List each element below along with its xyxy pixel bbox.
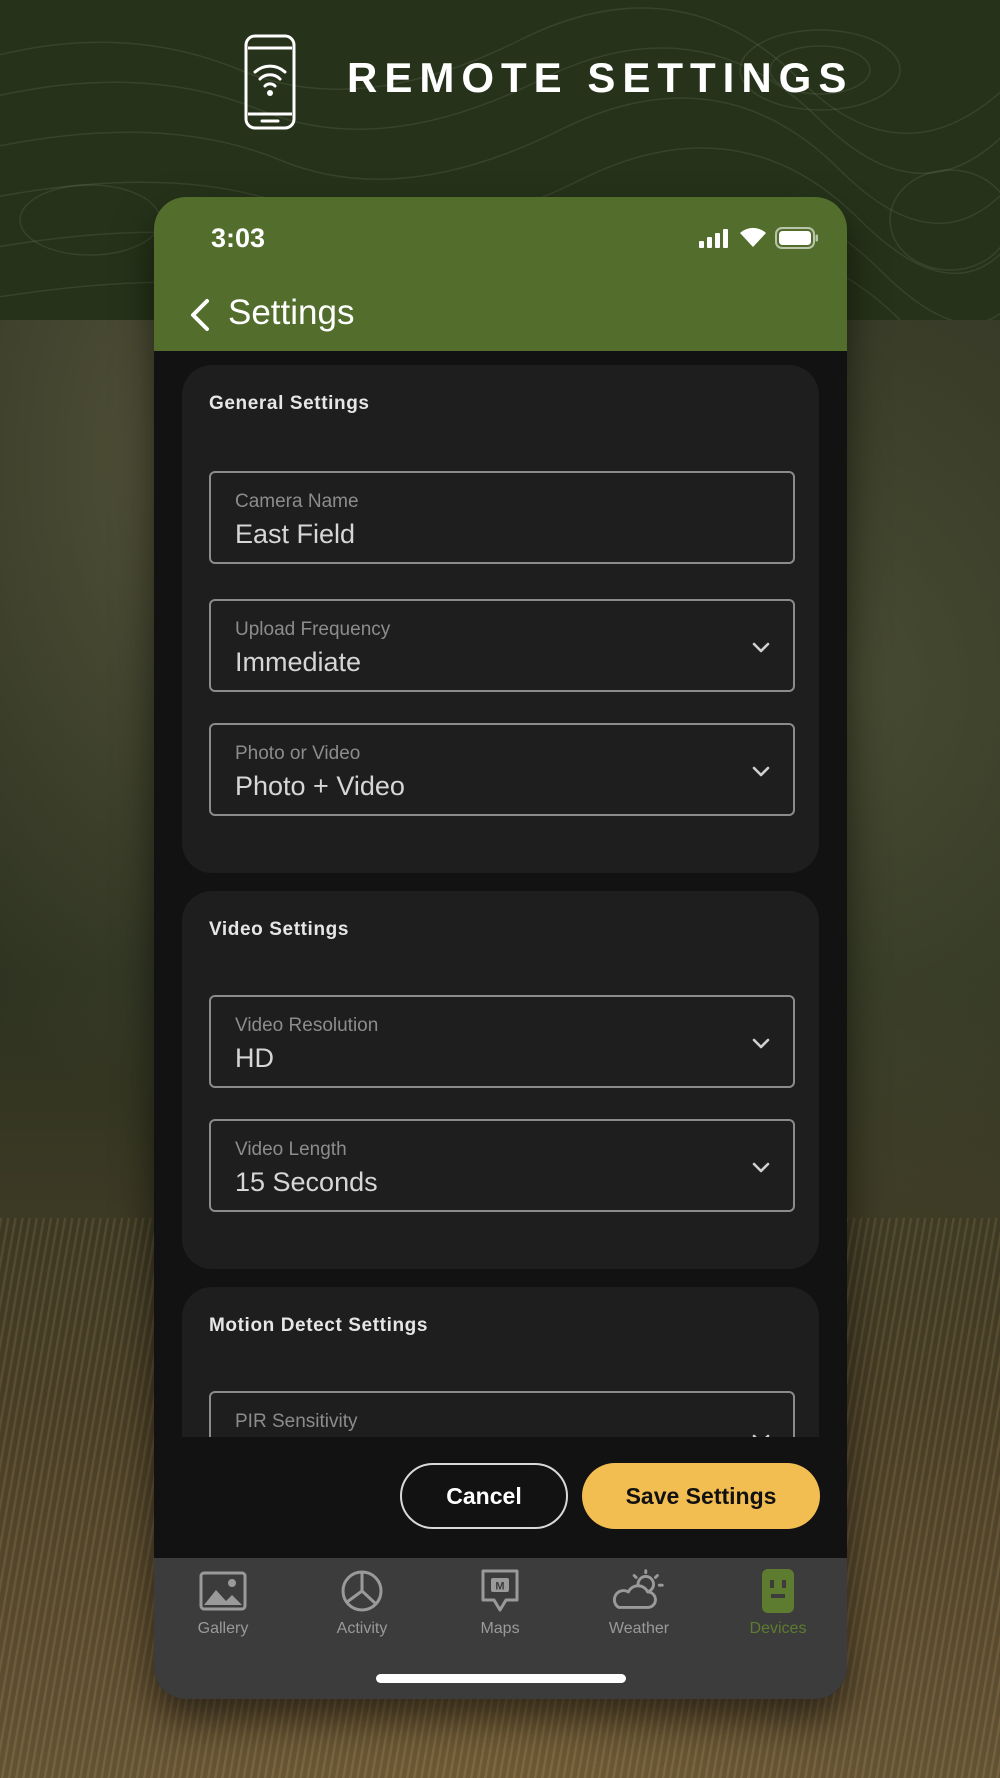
video-length-label: Video Length: [235, 1139, 347, 1160]
general-settings-title: General Settings: [209, 393, 370, 414]
phone-frame: 3:03 Settings General Settings Camera Na…: [154, 197, 847, 1699]
chevron-down-icon: [752, 642, 770, 653]
upload-frequency-value: Immediate: [235, 647, 362, 677]
app-bar: 3:03 Settings: [154, 197, 847, 351]
svg-text:M: M: [495, 1581, 504, 1593]
cancel-button[interactable]: Cancel: [400, 1463, 568, 1529]
video-length-value: 15 Seconds: [235, 1167, 378, 1197]
tab-activity[interactable]: Activity: [293, 1568, 431, 1658]
tab-gallery-label: Gallery: [197, 1620, 249, 1637]
upload-frequency-label: Upload Frequency: [235, 619, 391, 640]
tab-devices-label: Devices: [749, 1620, 807, 1637]
pie-chart-icon: [341, 1570, 383, 1612]
tab-weather[interactable]: Weather: [570, 1568, 708, 1658]
status-time: 3:03: [211, 223, 266, 253]
trail-camera-icon: [762, 1569, 794, 1613]
motion-detect-settings-title: Motion Detect Settings: [209, 1315, 429, 1336]
general-settings-card: General Settings Camera Name East Field …: [182, 365, 819, 873]
map-pin-icon: M: [481, 1569, 519, 1612]
upload-frequency-select[interactable]: Upload Frequency Immediate: [209, 599, 795, 692]
save-settings-button[interactable]: Save Settings: [582, 1463, 820, 1529]
chevron-down-icon: [752, 1162, 770, 1173]
tab-devices[interactable]: Devices: [709, 1568, 847, 1658]
video-length-select[interactable]: Video Length 15 Seconds: [209, 1119, 795, 1212]
back-button[interactable]: [182, 295, 222, 335]
bottom-tab-bar: Gallery Activity M Maps Weather Devices: [154, 1558, 847, 1699]
photo-or-video-select[interactable]: Photo or Video Photo + Video: [209, 723, 795, 816]
camera-name-field[interactable]: Camera Name East Field: [209, 471, 795, 564]
wifi-icon: [740, 227, 766, 247]
banner-title: REMOTE SETTINGS: [347, 54, 854, 101]
action-bar: Cancel Save Settings: [154, 1437, 847, 1558]
video-settings-title: Video Settings: [209, 919, 350, 940]
camera-name-label: Camera Name: [235, 491, 359, 512]
tab-weather-label: Weather: [608, 1620, 670, 1637]
home-indicator: [376, 1674, 626, 1683]
camera-name-value: East Field: [235, 519, 356, 549]
page-title: Settings: [228, 293, 355, 332]
tab-activity-label: Activity: [336, 1620, 388, 1637]
image-icon: [199, 1571, 247, 1611]
tab-gallery[interactable]: Gallery: [154, 1568, 292, 1658]
weather-icon: [612, 1569, 664, 1609]
video-resolution-label: Video Resolution: [235, 1015, 379, 1036]
battery-icon: [775, 227, 818, 249]
phone-wifi-icon: [244, 34, 296, 135]
video-resolution-value: HD: [235, 1043, 274, 1073]
banner: REMOTE SETTINGS: [0, 28, 1000, 132]
status-icons: [699, 227, 819, 249]
photo-or-video-label: Photo or Video: [235, 743, 361, 764]
chevron-left-icon: [191, 299, 209, 331]
chevron-down-icon: [752, 1038, 770, 1049]
tab-maps[interactable]: M Maps: [431, 1568, 569, 1658]
video-settings-card: Video Settings Video Resolution HD Video…: [182, 891, 819, 1269]
signal-icon: [699, 229, 728, 248]
video-resolution-select[interactable]: Video Resolution HD: [209, 995, 795, 1088]
chevron-down-icon: [752, 766, 770, 777]
photo-or-video-value: Photo + Video: [235, 771, 405, 801]
tab-maps-label: Maps: [480, 1620, 520, 1637]
pir-sensitivity-label: PIR Sensitivity: [235, 1411, 358, 1432]
